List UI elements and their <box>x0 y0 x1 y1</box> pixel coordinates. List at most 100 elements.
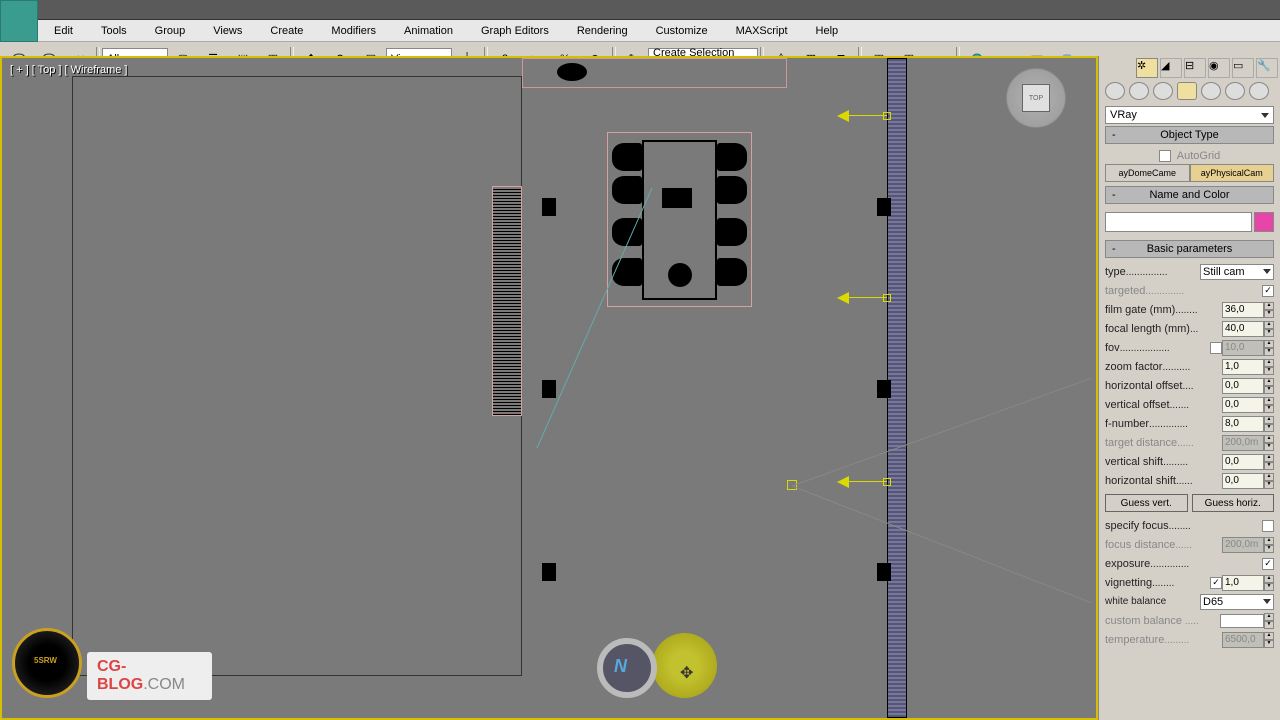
wb-dropdown[interactable]: D65 <box>1200 594 1274 610</box>
scene-chair <box>612 218 642 246</box>
menu-customize[interactable]: Customize <box>642 25 722 37</box>
temp-label: temperature......... <box>1105 634 1222 646</box>
scene-chair <box>612 176 642 204</box>
viewcube-face-top[interactable]: TOP <box>1022 84 1050 112</box>
hoff-spinner[interactable]: ▲▼ <box>1264 378 1274 394</box>
hierarchy-tab-icon[interactable]: ⊟ <box>1184 58 1206 78</box>
menu-animation[interactable]: Animation <box>390 25 467 37</box>
rollout-basic-params[interactable]: -Basic parameters <box>1105 240 1274 258</box>
specfocus-checkbox[interactable] <box>1262 520 1274 532</box>
menu-create[interactable]: Create <box>256 25 317 37</box>
spacewarps-icon[interactable] <box>1225 82 1245 100</box>
viewport-top[interactable]: [ + ] [ Top ] [ Wireframe ] TOP 5SR <box>0 56 1098 720</box>
wb-label: white balance <box>1105 596 1200 607</box>
lights-icon[interactable] <box>1153 82 1173 100</box>
scene-box-sm <box>877 198 891 216</box>
scene-camera-target <box>787 480 797 490</box>
scene-box-sm <box>877 380 891 398</box>
shapes-icon[interactable] <box>1129 82 1149 100</box>
zoom-spinner[interactable]: ▲▼ <box>1264 359 1274 375</box>
vignette-input[interactable] <box>1222 575 1264 591</box>
focallen-spinner[interactable]: ▲▼ <box>1264 321 1274 337</box>
vshift-spinner[interactable]: ▲▼ <box>1264 454 1274 470</box>
targeted-checkbox[interactable]: ✓ <box>1262 285 1274 297</box>
cameras-icon[interactable] <box>1177 82 1197 100</box>
fov-input[interactable] <box>1222 340 1264 356</box>
systems-icon[interactable] <box>1249 82 1269 100</box>
fnum-spinner[interactable]: ▲▼ <box>1264 416 1274 432</box>
vignette-checkbox[interactable]: ✓ <box>1210 577 1222 589</box>
fov-spinner[interactable]: ▲▼ <box>1264 340 1274 356</box>
tdist-input <box>1222 435 1264 451</box>
hoff-input[interactable] <box>1222 378 1264 394</box>
hoff-label: horizontal offset.... <box>1105 380 1222 392</box>
hshift-spinner[interactable]: ▲▼ <box>1264 473 1274 489</box>
vray-physical-camera-button[interactable]: ayPhysicalCam <box>1190 164 1275 182</box>
hshift-label: horizontal shift...... <box>1105 475 1222 487</box>
focusdist-input <box>1222 537 1264 553</box>
fov-label: fov.................. <box>1105 342 1210 354</box>
scene-cabinet <box>492 186 522 416</box>
rollout-name-color[interactable]: -Name and Color <box>1105 186 1274 204</box>
scene-lamp <box>557 63 587 81</box>
menu-modifiers[interactable]: Modifiers <box>317 25 390 37</box>
create-tab-icon[interactable]: ✲ <box>1136 58 1158 78</box>
focusdist-spinner[interactable]: ▲▼ <box>1264 537 1274 553</box>
focusdist-label: focus distance...... <box>1105 539 1222 551</box>
scene-chair <box>612 258 642 286</box>
cb-swatch[interactable] <box>1220 614 1264 628</box>
menu-help[interactable]: Help <box>802 25 853 37</box>
filmgate-spinner[interactable]: ▲▼ <box>1264 302 1274 318</box>
exposure-label: exposure.............. <box>1105 558 1262 570</box>
menu-views[interactable]: Views <box>199 25 256 37</box>
object-name-input[interactable] <box>1105 212 1252 232</box>
renderer-dropdown[interactable]: VRay <box>1105 106 1274 124</box>
hshift-input[interactable] <box>1222 473 1264 489</box>
vignette-spinner[interactable]: ▲▼ <box>1264 575 1274 591</box>
scene-chair <box>717 176 747 204</box>
menu-rendering[interactable]: Rendering <box>563 25 642 37</box>
vray-dome-camera-button[interactable]: ayDomeCame <box>1105 164 1190 182</box>
exposure-checkbox[interactable]: ✓ <box>1262 558 1274 570</box>
rollout-object-type[interactable]: -Object Type <box>1105 126 1274 144</box>
fnum-input[interactable] <box>1222 416 1264 432</box>
app-icon[interactable] <box>0 0 38 42</box>
geometry-icon[interactable] <box>1105 82 1125 100</box>
temp-spinner[interactable]: ▲▼ <box>1264 632 1274 648</box>
scene-box-sm <box>542 380 556 398</box>
menu-tools[interactable]: Tools <box>87 25 141 37</box>
voff-spinner[interactable]: ▲▼ <box>1264 397 1274 413</box>
specfocus-label: specify focus........ <box>1105 520 1262 532</box>
viewcube[interactable]: TOP <box>1006 68 1066 128</box>
menu-maxscript[interactable]: MAXScript <box>722 25 802 37</box>
helpers-icon[interactable] <box>1201 82 1221 100</box>
scene-box-sm <box>542 563 556 581</box>
tdist-spinner[interactable]: ▲▼ <box>1264 435 1274 451</box>
autogrid-label: AutoGrid <box>1177 150 1220 162</box>
object-color-swatch[interactable] <box>1254 212 1274 232</box>
type-dropdown[interactable]: Still cam <box>1200 264 1274 280</box>
menu-group[interactable]: Group <box>141 25 200 37</box>
display-tab-icon[interactable]: ▭ <box>1232 58 1254 78</box>
vshift-input[interactable] <box>1222 454 1264 470</box>
filmgate-input[interactable] <box>1222 302 1264 318</box>
scene-chair <box>717 258 747 286</box>
menu-edit[interactable]: Edit <box>40 25 87 37</box>
cb-label: custom balance ..... <box>1105 615 1220 627</box>
scene-chair <box>612 143 642 171</box>
utilities-tab-icon[interactable]: 🔧 <box>1256 58 1278 78</box>
fov-checkbox[interactable] <box>1210 342 1222 354</box>
voff-input[interactable] <box>1222 397 1264 413</box>
motion-tab-icon[interactable]: ◉ <box>1208 58 1230 78</box>
command-panel: ✲ ◢ ⊟ ◉ ▭ 🔧 VRay -Object Type AutoGrid a… <box>1098 56 1280 720</box>
fnum-label: f-number.............. <box>1105 418 1222 430</box>
zoom-input[interactable] <box>1222 359 1264 375</box>
focallen-input[interactable] <box>1222 321 1264 337</box>
guess-vert-button[interactable]: Guess vert. <box>1105 494 1188 512</box>
guess-horiz-button[interactable]: Guess horiz. <box>1192 494 1275 512</box>
autogrid-checkbox[interactable] <box>1159 150 1171 162</box>
modify-tab-icon[interactable]: ◢ <box>1160 58 1182 78</box>
menu-grapheditors[interactable]: Graph Editors <box>467 25 563 37</box>
cb-spinner[interactable]: ▲▼ <box>1264 613 1274 629</box>
viewport-label[interactable]: [ + ] [ Top ] [ Wireframe ] <box>10 64 127 76</box>
